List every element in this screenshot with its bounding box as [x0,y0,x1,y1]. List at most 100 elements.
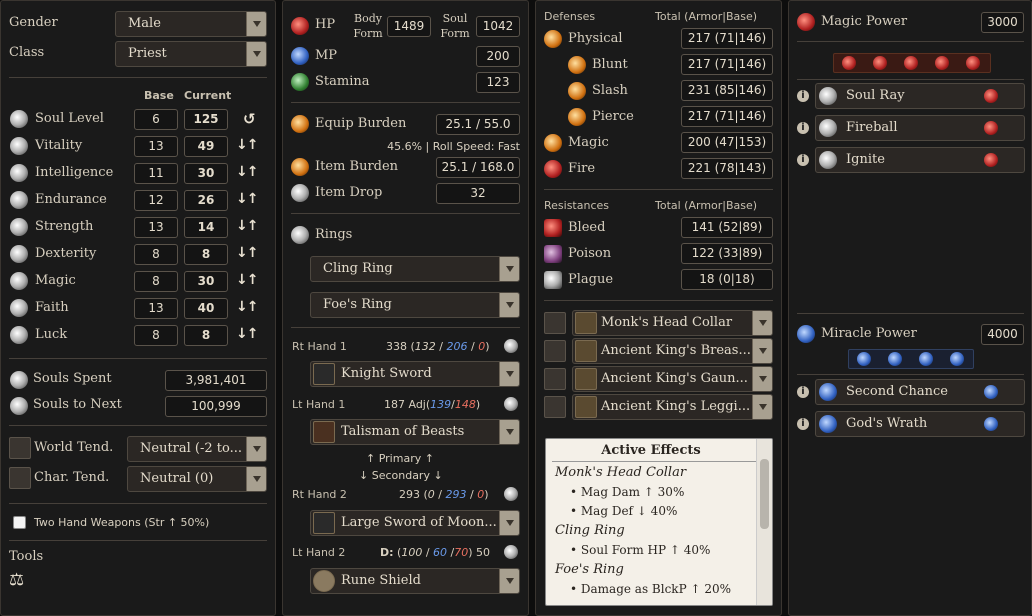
info-icon[interactable]: i [797,122,809,134]
info-icon[interactable]: i [797,90,809,102]
divider [552,461,756,462]
magic-power-icon [797,13,815,31]
souls-spent-value: 3,981,401 [165,370,267,391]
armor-select[interactable]: Monk's Head Collar [572,310,773,336]
armor-select[interactable]: Ancient King's Gaun... [572,366,773,392]
souls-icon [10,371,28,389]
rh1-weapon-select[interactable]: Knight Sword [310,361,520,387]
stat-adjust-arrows[interactable]: ↓↑ [236,299,258,315]
chevron-down-icon [752,395,772,419]
ring-1-select[interactable]: Cling Ring [310,256,520,282]
divider [9,77,267,78]
resistances-header: Resistances [544,199,610,212]
character-tendency-select[interactable]: Neutral (0) [127,466,267,492]
current-header: Current [184,89,232,102]
active-effects-box[interactable]: Active Effects Monk's Head Collar • Mag D… [545,438,773,606]
spell-value: Soul Ray [846,88,905,103]
rh2-weapon-select[interactable]: Large Sword of Moon... [310,510,520,536]
rh1-attack: 338 (132 / 206 / 0) [386,340,490,353]
armor-value: Ancient King's Breas... [601,343,751,358]
effects-scrollbar[interactable] [756,439,772,605]
miracle-select[interactable]: God's Wrath [815,411,1025,437]
luck-icon [10,326,28,344]
stat-current-input[interactable]: 30 [184,271,228,292]
rh2-orb-icon [504,487,518,501]
miracle-select[interactable]: Second Chance [815,379,1025,405]
stat-adjust-arrows[interactable]: ↓↑ [236,218,258,234]
stat-adjust-arrows[interactable]: ↓↑ [236,272,258,288]
defense-label: Magic [568,135,609,150]
miracle-value: God's Wrath [846,416,928,431]
ring-2-value: Foe's Ring [323,297,392,312]
defense-value: 221 (78|143) [681,158,773,179]
info-icon[interactable]: i [797,154,809,166]
two-hand-checkbox[interactable] [13,516,26,529]
rh1-physical: 132 [414,340,436,353]
class-select[interactable]: Priest [115,41,267,67]
magic-slot-icon [935,56,949,70]
world-tendency-icon [9,437,31,459]
lh2-weapon-value: Rune Shield [341,573,421,588]
armor-select[interactable]: Ancient King's Breas... [572,338,773,364]
spell-select[interactable]: Soul Ray [815,83,1025,109]
hp-label: HP [315,17,336,32]
magic-slot-icon [873,56,887,70]
stat-current-input[interactable]: 8 [184,244,228,265]
stat-adjust-arrows[interactable]: ↓↑ [236,326,258,342]
chevron-down-icon [752,311,772,335]
spell-icon [819,151,837,169]
stat-current-input[interactable]: 26 [184,190,228,211]
secondary-swap-button[interactable]: ↓ Secondary ↓ [359,469,443,482]
spell-select[interactable]: Fireball [815,115,1025,141]
stat-adjust-arrows[interactable]: ↓↑ [236,191,258,207]
stat-current-input[interactable]: 40 [184,298,228,319]
lh1-weapon-select[interactable]: Talisman of Beasts [310,419,520,445]
sword-icon [313,363,335,385]
resistance-value: 18 (0|18) [681,269,773,290]
stat-adjust-arrows[interactable]: ↓↑ [236,137,258,153]
defense-label: Slash [592,83,628,98]
info-icon[interactable]: i [797,386,809,398]
stat-current-input[interactable]: 14 [184,217,228,238]
armor-piece-icon [575,312,597,334]
defense-value: 200 (47|153) [681,132,773,153]
divider [9,425,267,426]
world-tendency-select[interactable]: Neutral (-2 to... [127,436,267,462]
lh2-fire: 70 [454,546,469,559]
stat-base-value: 8 [134,325,178,346]
chevron-down-icon [752,339,772,363]
defense-icon [568,56,586,74]
lh2-weapon-select[interactable]: Rune Shield [310,568,520,594]
stat-current-input[interactable]: 8 [184,325,228,346]
scrollbar-thumb[interactable] [760,459,769,529]
divider [291,102,520,103]
body-form-label: Body Form [353,12,383,40]
miracle-power-icon [797,325,815,343]
resistance-icon [544,245,562,263]
gender-select[interactable]: Male [115,11,267,37]
stat-base-value: 8 [134,244,178,265]
stat-label: Magic [35,273,76,288]
stat-adjust-arrows[interactable]: ↓↑ [236,245,258,261]
stat-current-input[interactable]: 49 [184,136,228,157]
primary-swap-button[interactable]: ↑ Primary ↑ [366,452,434,465]
effect-item: • Damage as BlckP ↑ 20% [570,582,732,596]
chevron-down-icon [499,569,519,593]
armor-value: Ancient King's Gaun... [601,371,748,386]
rh2-physical: 0 [427,488,435,501]
scale-icon[interactable]: ⚖ [9,570,24,590]
chevron-down-icon [752,367,772,391]
souls-icon [10,397,28,415]
two-hand-label: Two Hand Weapons (Str ↑ 50%) [34,516,210,529]
info-icon[interactable]: i [797,418,809,430]
reset-icon[interactable]: ↺ [243,110,256,128]
armor-piece-icon [575,340,597,362]
stat-current-input[interactable]: 30 [184,163,228,184]
spell-select[interactable]: Ignite [815,147,1025,173]
stat-current-input[interactable]: 125 [184,109,228,130]
stat-adjust-arrows[interactable]: ↓↑ [236,164,258,180]
world-tendency-value: Neutral (-2 to... [140,441,243,456]
armor-select[interactable]: Ancient King's Leggi... [572,394,773,420]
souls-next-label: Souls to Next [33,397,122,412]
ring-2-select[interactable]: Foe's Ring [310,292,520,318]
